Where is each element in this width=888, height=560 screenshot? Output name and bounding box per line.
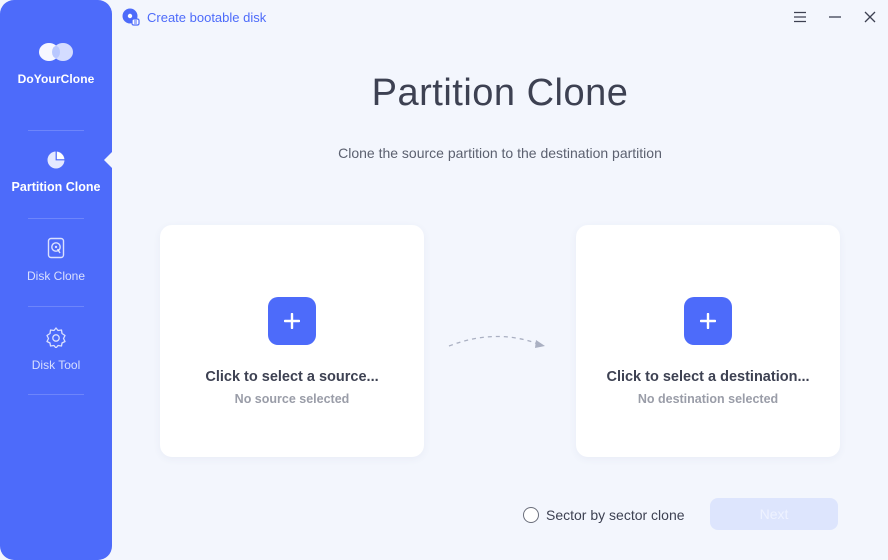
sector-by-sector-label: Sector by sector clone	[546, 507, 685, 523]
sidebar-item-label: Disk Clone	[26, 269, 86, 283]
sidebar-divider	[28, 130, 84, 131]
page-subtitle: Clone the source partition to the destin…	[338, 145, 662, 161]
app-name: DoYourClone	[17, 72, 95, 86]
menu-button[interactable]	[791, 8, 809, 26]
sidebar-divider	[28, 306, 84, 307]
close-button[interactable]	[861, 8, 879, 26]
minimize-button[interactable]	[826, 8, 844, 26]
gear-tool-icon	[46, 327, 66, 348]
app-logo: DoYourClone	[0, 40, 112, 86]
add-destination-button[interactable]	[684, 297, 732, 345]
menu-icon	[794, 11, 806, 23]
sidebar: DoYourClone Partition Clone Disk Clone D…	[0, 0, 112, 560]
dashed-arrow-icon	[448, 335, 545, 348]
pie-chart-icon	[47, 151, 65, 169]
sidebar-item-partition-clone[interactable]: Partition Clone	[0, 150, 112, 194]
infinity-logo-icon	[39, 43, 73, 61]
destination-status: No destination selected	[637, 392, 779, 406]
source-card[interactable]: Click to select a source... No source se…	[160, 225, 424, 457]
sector-by-sector-radio[interactable]	[523, 507, 539, 523]
plus-icon	[700, 313, 716, 329]
close-icon	[864, 11, 876, 23]
minimize-icon	[829, 16, 841, 18]
source-status: No source selected	[234, 392, 350, 406]
sidebar-divider	[28, 218, 84, 219]
create-bootable-disk-link[interactable]: Create bootable disk	[122, 8, 266, 26]
sidebar-item-label: Disk Tool	[31, 358, 81, 372]
next-button[interactable]: Next	[710, 498, 838, 530]
sidebar-item-disk-clone[interactable]: Disk Clone	[0, 237, 112, 283]
destination-card[interactable]: Click to select a destination... No dest…	[576, 225, 840, 457]
sidebar-divider	[28, 394, 84, 395]
disk-bootable-icon	[122, 8, 140, 26]
source-card-title: Click to select a source...	[205, 369, 379, 385]
create-bootable-disk-label: Create bootable disk	[147, 9, 267, 25]
disk-clone-icon	[47, 237, 65, 259]
destination-card-title: Click to select a destination...	[606, 369, 810, 385]
plus-icon	[284, 313, 300, 329]
sidebar-item-label: Partition Clone	[11, 180, 101, 194]
add-source-button[interactable]	[268, 297, 316, 345]
sidebar-item-disk-tool[interactable]: Disk Tool	[0, 326, 112, 372]
page-title: Partition Clone	[371, 72, 629, 114]
sector-by-sector-option[interactable]: Sector by sector clone	[523, 506, 685, 524]
